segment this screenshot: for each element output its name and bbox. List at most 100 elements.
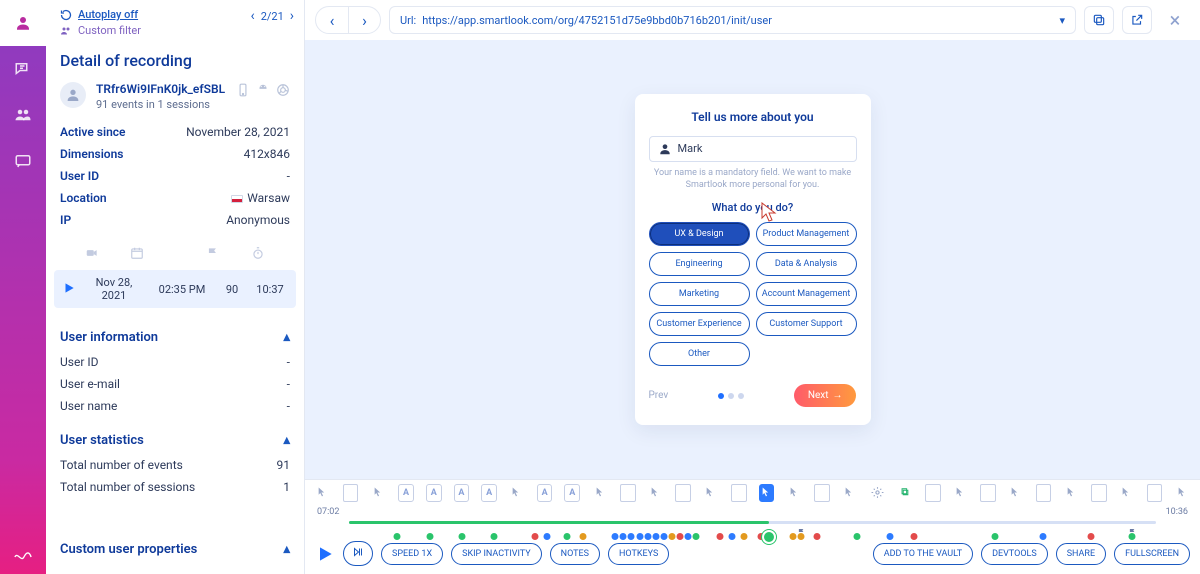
event-box-icon[interactable] xyxy=(731,484,747,502)
rail-user-icon[interactable] xyxy=(0,0,46,46)
event-click-icon[interactable] xyxy=(648,484,664,502)
event-click-icon[interactable] xyxy=(953,484,969,502)
rail-people-icon[interactable] xyxy=(0,92,46,138)
sidebar: Autoplay off Custom filter ‹ 2/21 › Deta… xyxy=(46,0,305,574)
event-click-icon[interactable] xyxy=(509,484,525,502)
rec-calendar-icon xyxy=(130,245,144,264)
role-option[interactable]: Customer Support xyxy=(756,312,857,336)
skip-inactivity-button[interactable]: SKIP INACTIVITY xyxy=(451,543,542,565)
user-id: TRfr6Wi9IFnK0jk_efSBL xyxy=(96,82,225,96)
onboarding-card: Tell us more about you Mark Your name is… xyxy=(635,94,871,425)
event-click-icon[interactable] xyxy=(786,484,802,502)
main: ‹ › Url: https://app.smartlook.com/org/4… xyxy=(305,0,1200,574)
card-hint: Your name is a mandatory field. We want … xyxy=(649,168,857,191)
next-button[interactable]: Next→ xyxy=(794,384,857,407)
add-vault-button[interactable]: ADD TO THE VAULT xyxy=(873,543,973,565)
event-click-icon[interactable] xyxy=(592,484,608,502)
rail-message-icon[interactable] xyxy=(0,138,46,184)
prev-button[interactable]: Prev xyxy=(649,390,669,401)
event-box-icon[interactable] xyxy=(925,484,941,502)
event-click-icon[interactable] xyxy=(1119,484,1135,502)
event-text-icon[interactable]: A xyxy=(564,484,580,502)
share-button[interactable]: SHARE xyxy=(1056,543,1106,565)
event-click-icon[interactable] xyxy=(1174,484,1190,502)
role-option[interactable]: Product Management xyxy=(756,222,857,246)
recording-events: 90 xyxy=(220,283,244,296)
event-text-icon[interactable]: A xyxy=(398,484,414,502)
open-external-button[interactable] xyxy=(1122,6,1152,34)
speed-button[interactable]: SPEED 1X xyxy=(381,543,443,565)
url-bar[interactable]: Url: https://app.smartlook.com/org/47521… xyxy=(389,6,1076,34)
hotkeys-button[interactable]: HOTKEYS xyxy=(608,543,669,565)
event-text-icon[interactable]: A xyxy=(454,484,470,502)
event-box-icon[interactable] xyxy=(1036,484,1052,502)
section-user-stats[interactable]: User statistics▴ xyxy=(46,417,304,454)
copy-button[interactable] xyxy=(1084,6,1114,34)
recording-duration: 10:37 xyxy=(252,283,288,296)
stat-row: Total number of sessions1 xyxy=(46,476,304,498)
rec-camera-icon xyxy=(85,245,99,264)
pager-prev[interactable]: ‹ xyxy=(250,8,254,24)
card-question: What do you do? xyxy=(649,201,857,214)
info-row: IPAnonymous xyxy=(46,209,304,231)
fullscreen-button[interactable]: FULLSCREEN xyxy=(1114,543,1190,565)
notes-button[interactable]: NOTES xyxy=(550,543,600,565)
close-button[interactable]: × xyxy=(1160,6,1190,34)
avatar xyxy=(60,82,86,108)
user-sub: 91 events in 1 sessions xyxy=(96,98,225,111)
section-custom-props[interactable]: Custom user properties▴ xyxy=(46,526,304,563)
event-box-icon[interactable] xyxy=(620,484,636,502)
event-box-icon[interactable] xyxy=(1091,484,1107,502)
event-box-icon[interactable] xyxy=(980,484,996,502)
cursor-icon xyxy=(761,202,777,222)
event-text-icon[interactable]: A xyxy=(537,484,553,502)
event-link-icon[interactable]: ⧉ xyxy=(897,484,913,502)
url-dropdown-icon[interactable]: ▾ xyxy=(1059,14,1065,27)
name-input[interactable]: Mark xyxy=(649,136,857,162)
device-android-icon xyxy=(256,82,270,101)
role-option[interactable]: UX & Design xyxy=(649,222,750,246)
rail-chat-icon[interactable] xyxy=(0,46,46,92)
event-box-icon[interactable] xyxy=(814,484,830,502)
custom-filter-link[interactable]: Custom filter xyxy=(60,24,141,37)
event-click-icon[interactable] xyxy=(759,484,775,502)
role-option[interactable]: Customer Experience xyxy=(649,312,750,336)
role-option[interactable]: Engineering xyxy=(649,252,750,276)
autoplay-toggle[interactable]: Autoplay off xyxy=(60,8,141,21)
role-option[interactable]: Data & Analysis xyxy=(756,252,857,276)
skip-next-button[interactable] xyxy=(343,541,373,566)
recording-row[interactable]: Nov 28, 2021 02:35 PM 90 10:37 xyxy=(54,270,296,308)
event-settings-icon[interactable] xyxy=(869,484,885,502)
sidebar-title: Detail of recording xyxy=(46,37,304,76)
nav-rail xyxy=(0,0,46,574)
event-box-icon[interactable] xyxy=(675,484,691,502)
event-click-icon[interactable] xyxy=(315,484,331,502)
event-text-icon[interactable]: A xyxy=(426,484,442,502)
play-button[interactable] xyxy=(315,544,335,564)
role-option[interactable]: Marketing xyxy=(649,282,750,306)
nav-forward-button[interactable]: › xyxy=(348,7,380,33)
user-summary: TRfr6Wi9IFnK0jk_efSBL 91 events in 1 ses… xyxy=(46,76,304,121)
pager-next[interactable]: › xyxy=(290,8,294,24)
info-row: User e-mail- xyxy=(46,373,304,395)
recording-date: Nov 28, 2021 xyxy=(84,276,144,302)
devtools-button[interactable]: DEVTOOLS xyxy=(981,543,1048,565)
role-option[interactable]: Other xyxy=(649,342,750,366)
event-text-icon[interactable]: A xyxy=(481,484,497,502)
event-click-icon[interactable] xyxy=(1008,484,1024,502)
event-click-icon[interactable] xyxy=(370,484,386,502)
nav-back-button[interactable]: ‹ xyxy=(316,7,348,33)
role-option[interactable]: Account Management xyxy=(756,282,857,306)
recording-play-icon[interactable] xyxy=(62,281,76,298)
event-click-icon[interactable] xyxy=(703,484,719,502)
toolbar: ‹ › Url: https://app.smartlook.com/org/4… xyxy=(305,0,1200,40)
progress-dots xyxy=(718,393,744,399)
event-click-icon[interactable] xyxy=(1063,484,1079,502)
event-box-icon[interactable] xyxy=(1147,484,1163,502)
event-box-icon[interactable] xyxy=(343,484,359,502)
event-click-icon[interactable] xyxy=(842,484,858,502)
section-user-info[interactable]: User information▴ xyxy=(46,314,304,351)
timeline[interactable]: 07:02 10:36 xyxy=(305,505,1200,535)
card-title: Tell us more about you xyxy=(649,110,857,124)
timeline-start: 07:02 xyxy=(317,507,339,517)
